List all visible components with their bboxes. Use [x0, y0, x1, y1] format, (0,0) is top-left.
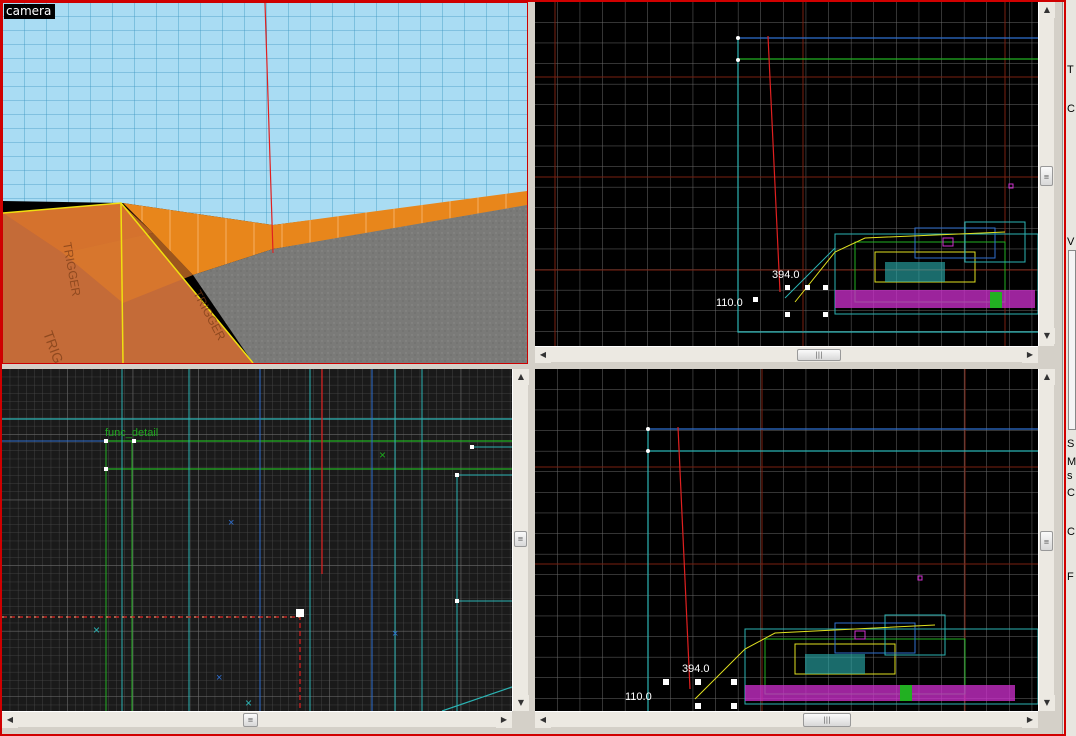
entity-marker[interactable]: × — [216, 672, 222, 684]
scroll-thumb[interactable]: ≡ — [1040, 531, 1053, 551]
scroll-thumb[interactable]: ||| — [803, 713, 851, 727]
scroll-left-button[interactable]: ◀ — [535, 712, 551, 728]
panel-label: F — [1067, 571, 1074, 583]
scroll-thumb[interactable]: ≡ — [1040, 166, 1053, 186]
properties-side-panel[interactable]: T C V S M s C C F — [1062, 0, 1076, 736]
dimension-label-vertical: 394.0 — [682, 663, 710, 675]
scroll-down-button[interactable]: ▼ — [1039, 695, 1055, 711]
entity-marker[interactable]: × — [379, 448, 386, 462]
scroll-thumb[interactable]: ≡ — [243, 713, 258, 727]
dimension-label-vertical: 394.0 — [772, 269, 800, 281]
camera-viewport[interactable]: TRIGGER TRIGGER TRIGGER camera — [2, 2, 528, 364]
scroll-left-button[interactable]: ◀ — [535, 347, 551, 363]
scroll-right-button[interactable]: ▶ — [1022, 347, 1038, 363]
panel-label: T — [1067, 64, 1074, 76]
panel-label: M — [1067, 456, 1076, 468]
scroll-up-button[interactable]: ▲ — [513, 369, 529, 385]
hammer-editor-window: TRIGGER TRIGGER TRIGGER camera 394.0 110… — [0, 0, 1076, 736]
2d-side-viewport-top[interactable]: 394.0 110.0 — [535, 2, 1038, 346]
panel-label: S — [1067, 438, 1075, 450]
scroll-left-button[interactable]: ◀ — [2, 712, 18, 728]
camera-3d-scene: TRIGGER TRIGGER TRIGGER — [3, 3, 527, 363]
panel-list-box[interactable] — [1068, 250, 1076, 430]
panel-label: C — [1067, 526, 1075, 538]
panel-label: s — [1067, 470, 1073, 482]
selection-handle[interactable] — [296, 609, 304, 617]
vertical-scrollbar[interactable]: ▲ ≡ ▼ — [512, 369, 529, 711]
2d-grid-canvas: × × × × × × func_detail — [2, 369, 512, 711]
panel-label: C — [1067, 487, 1075, 499]
2d-grid-canvas: 394.0 110.0 — [535, 2, 1038, 346]
entity-marker[interactable]: × — [245, 696, 252, 710]
entity-marker[interactable]: × — [93, 623, 100, 637]
scroll-down-button[interactable]: ▼ — [513, 695, 529, 711]
scroll-down-button[interactable]: ▼ — [1039, 328, 1055, 344]
horizontal-scrollbar[interactable]: ◀ ||| ▶ — [535, 711, 1038, 728]
scroll-thumb[interactable]: ||| — [797, 349, 841, 361]
viewport-title: camera — [4, 4, 56, 19]
entity-name-label: func_detail — [105, 427, 158, 439]
panel-label: C — [1067, 103, 1075, 115]
vertical-scrollbar[interactable]: ▲ ≡ ▼ — [1038, 369, 1055, 711]
scroll-right-button[interactable]: ▶ — [496, 712, 512, 728]
panel-label: V — [1067, 236, 1075, 248]
dimension-label-horizontal: 110.0 — [716, 297, 743, 309]
entity-marker[interactable]: × — [392, 628, 398, 640]
entity-marker[interactable]: × — [228, 517, 234, 529]
scroll-up-button[interactable]: ▲ — [1039, 2, 1055, 18]
scroll-right-button[interactable]: ▶ — [1022, 712, 1038, 728]
dimension-label-horizontal: 110.0 — [625, 691, 652, 703]
2d-top-viewport[interactable]: × × × × × × func_detail — [2, 369, 512, 711]
scroll-thumb[interactable]: ≡ — [514, 531, 527, 547]
skybox-wall — [3, 3, 527, 225]
horizontal-scrollbar[interactable]: ◀ ||| ▶ — [535, 346, 1038, 363]
2d-grid-canvas: 394.0 110.0 — [535, 369, 1038, 711]
scroll-up-button[interactable]: ▲ — [1039, 369, 1055, 385]
vertical-scrollbar[interactable]: ▲ ≡ ▼ — [1038, 2, 1055, 346]
2d-side-viewport-bottom[interactable]: 394.0 110.0 — [535, 369, 1038, 711]
horizontal-scrollbar[interactable]: ◀ ≡ ▶ — [2, 711, 512, 728]
